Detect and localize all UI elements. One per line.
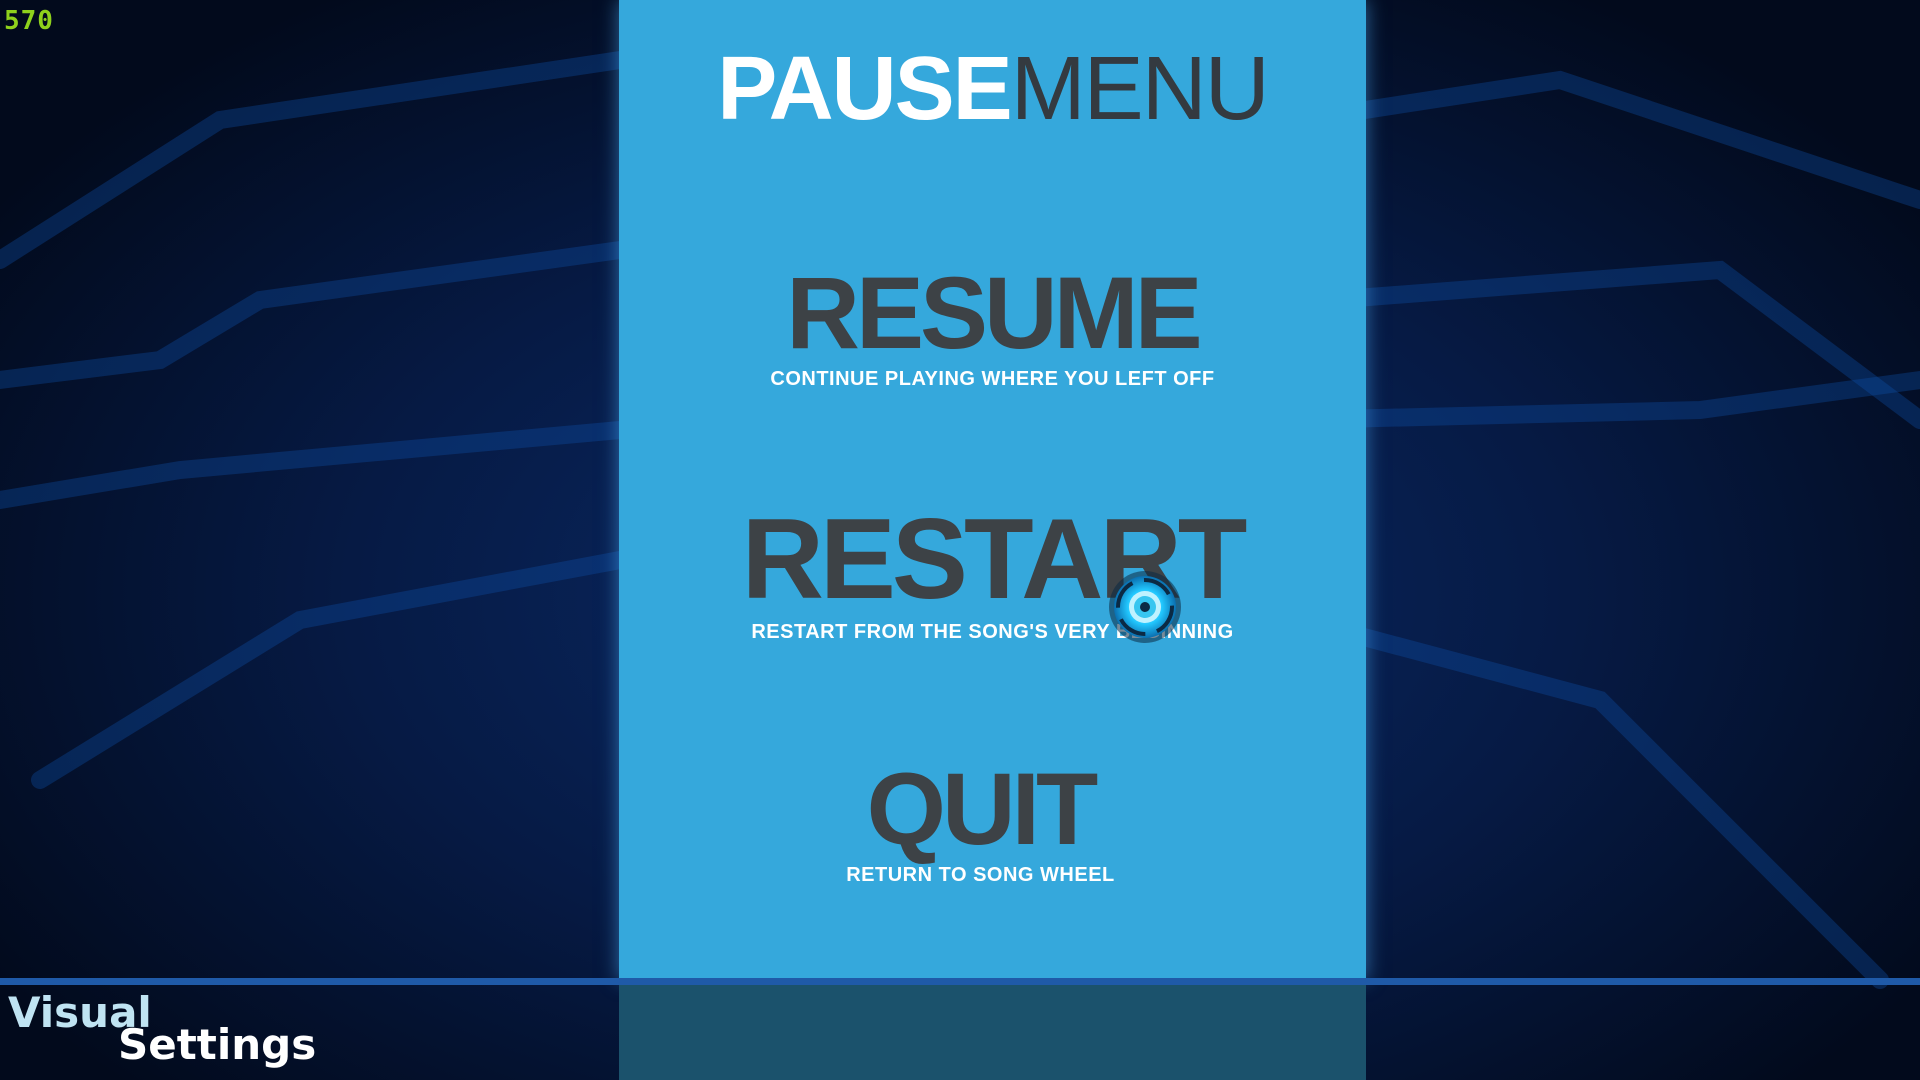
quit-description: RETURN TO SONG WHEEL: [846, 864, 1115, 886]
restart-label: RESTART: [741, 496, 1248, 623]
pause-menu-title: PAUSEMENU: [619, 38, 1366, 141]
resume-button[interactable]: RESUME CONTINUE PLAYING WHERE YOU LEFT O…: [619, 262, 1366, 391]
quit-label: QUIT: [866, 752, 1099, 866]
fps-counter: 570: [4, 6, 54, 36]
restart-button[interactable]: RESTART RESTART FROM THE SONG'S VERY BEG…: [619, 503, 1366, 644]
visual-settings-label-line2[interactable]: Settings: [118, 1020, 316, 1069]
panel-footer-strip: [619, 984, 1366, 1080]
resume-description: CONTINUE PLAYING WHERE YOU LEFT OFF: [770, 368, 1215, 390]
footer-divider: [0, 978, 1920, 985]
title-menu: MENU: [1010, 39, 1270, 139]
quit-button[interactable]: QUIT RETURN TO SONG WHEEL: [607, 758, 1354, 887]
title-pause: PAUSE: [717, 39, 1012, 139]
glowing-ring-cursor-icon: [1108, 570, 1182, 644]
resume-label: RESUME: [786, 256, 1202, 370]
restart-description: RESTART FROM THE SONG'S VERY BEGINNING: [751, 621, 1234, 643]
pause-menu-panel: PAUSEMENU RESUME CONTINUE PLAYING WHERE …: [619, 0, 1366, 980]
